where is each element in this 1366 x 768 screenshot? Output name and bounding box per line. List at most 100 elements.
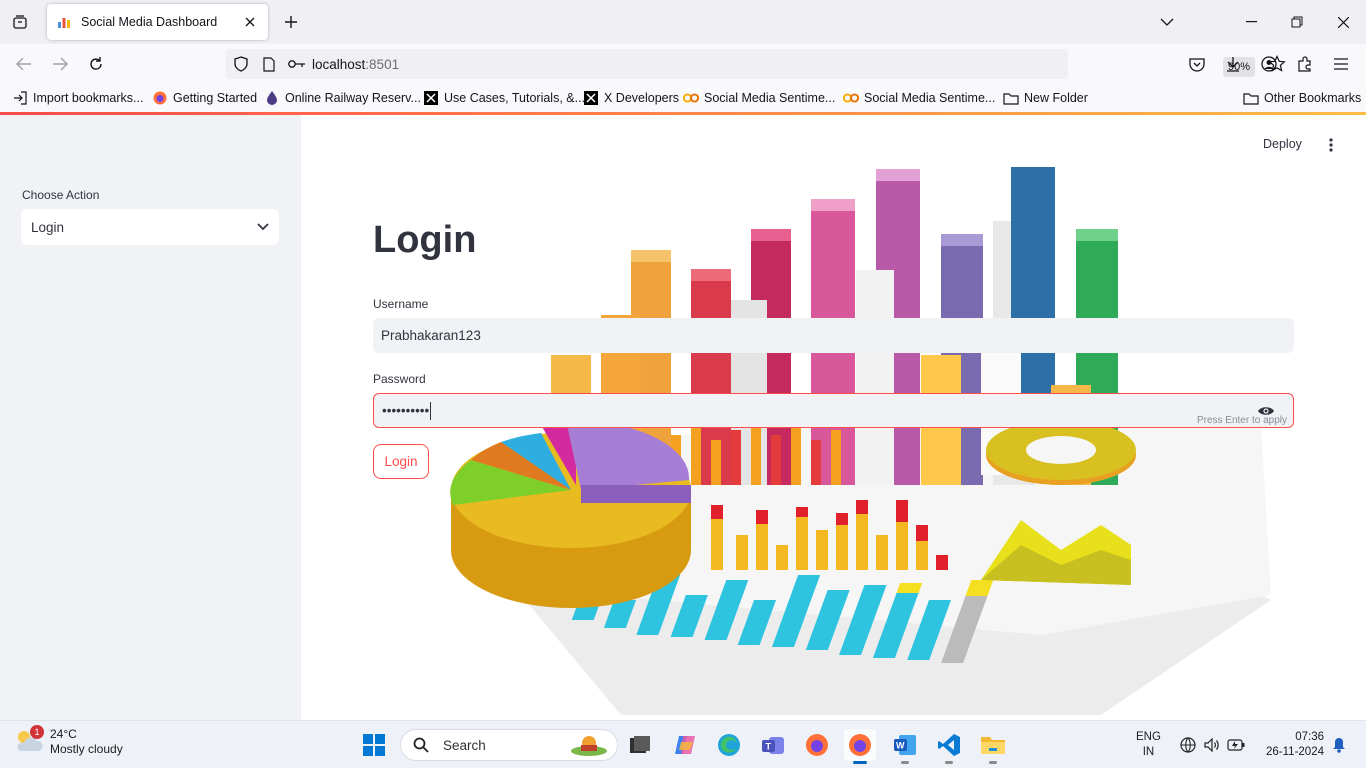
word-icon[interactable]: W (889, 729, 921, 764)
firefox-active-icon[interactable] (844, 729, 876, 764)
chart-favicon-icon (58, 18, 70, 28)
bookmark-social-media-2[interactable]: Social Media Sentime... (839, 86, 999, 110)
browser-nav-bar: localhost:8501 90% (0, 44, 1366, 84)
sidebar: Choose Action Login (0, 115, 301, 720)
taskbar-search[interactable]: Search (400, 729, 618, 761)
weather-temp: 24°C (50, 727, 77, 741)
extensions-icon[interactable] (1293, 52, 1317, 76)
chevron-down-icon (257, 223, 269, 231)
system-tray (1178, 735, 1250, 755)
svg-text:T: T (766, 742, 772, 752)
pocket-icon[interactable] (1185, 52, 1209, 76)
task-view-icon[interactable] (624, 729, 656, 761)
notification-bell-icon[interactable] (1330, 735, 1348, 755)
reload-icon[interactable] (84, 52, 108, 76)
shield-icon[interactable] (230, 53, 252, 75)
press-enter-hint: Press Enter to apply (1196, 415, 1287, 426)
tab-social-media-dashboard[interactable]: Social Media Dashboard (47, 4, 268, 40)
browser-tab-bar: Social Media Dashboard (0, 0, 1366, 44)
import-icon (12, 90, 28, 106)
page-title: Login (373, 219, 477, 261)
select-value: Login (31, 219, 65, 235)
folder-icon (1243, 90, 1259, 106)
new-tab-icon[interactable] (280, 11, 302, 33)
x-icon (583, 90, 599, 106)
battery-icon[interactable] (1226, 735, 1246, 755)
active-indicator (853, 761, 867, 764)
file-explorer-icon[interactable] (977, 729, 1009, 764)
running-indicator (989, 761, 997, 764)
search-placeholder: Search (443, 737, 486, 753)
search-highlight-icon (571, 736, 607, 756)
download-icon[interactable] (1221, 52, 1245, 76)
password-label: Password (373, 372, 426, 386)
start-button[interactable] (358, 729, 390, 761)
username-label: Username (373, 297, 429, 311)
more-options-icon[interactable] (1323, 135, 1339, 155)
bookmarks-bar: Import bookmarks... Getting Started Onli… (0, 84, 1366, 112)
address-bar[interactable]: localhost:8501 90% (226, 49, 1286, 79)
colab-icon (843, 90, 859, 106)
network-icon[interactable] (1178, 735, 1198, 755)
language-indicator[interactable]: ENG IN (1136, 730, 1161, 760)
bookmark-x-developers[interactable]: X Developers (579, 86, 683, 110)
account-icon[interactable] (1257, 52, 1281, 76)
clock[interactable]: 07:36 26-11-2024 (1258, 730, 1324, 760)
deploy-button[interactable]: Deploy (1263, 137, 1302, 151)
svg-text:W: W (896, 741, 905, 751)
choose-action-label: Choose Action (22, 188, 100, 202)
search-icon (411, 735, 431, 755)
close-window-icon[interactable] (1320, 0, 1366, 44)
running-indicator (945, 761, 953, 764)
firefox-icon (152, 90, 168, 106)
bookmark-import[interactable]: Import bookmarks... (8, 86, 147, 110)
copilot-icon[interactable] (669, 729, 701, 761)
key-icon[interactable] (286, 53, 308, 75)
notification-badge: 1 (30, 725, 44, 739)
password-field[interactable]: •••••••••• Press Enter to apply (373, 393, 1294, 428)
railway-icon (264, 90, 280, 106)
bookmark-use-cases[interactable]: Use Cases, Tutorials, &... (419, 86, 589, 110)
volume-icon[interactable] (1202, 735, 1222, 755)
chevron-down-icon[interactable] (1157, 12, 1177, 32)
menu-icon[interactable] (1329, 52, 1353, 76)
username-value: Prabhakaran123 (381, 328, 481, 343)
forward-icon[interactable] (48, 52, 72, 76)
bookmark-getting-started[interactable]: Getting Started (148, 86, 261, 110)
url-text[interactable]: localhost:8501 (312, 57, 399, 72)
windows-icon (363, 734, 385, 756)
minimize-icon[interactable] (1228, 0, 1274, 44)
vscode-icon[interactable] (933, 729, 965, 764)
colab-icon (683, 90, 699, 106)
folder-icon (1003, 90, 1019, 106)
back-icon[interactable] (12, 52, 36, 76)
edge-icon[interactable] (713, 729, 745, 761)
bookmark-railway[interactable]: Online Railway Reserv... (260, 86, 425, 110)
main-content: Deploy Login Username Prabhakaran123 Pas… (301, 115, 1366, 720)
running-indicator (901, 761, 909, 764)
charts-illustration (450, 167, 1271, 715)
username-field[interactable]: Prabhakaran123 (373, 318, 1294, 353)
restore-icon[interactable] (1274, 0, 1320, 44)
close-tab-icon[interactable] (242, 14, 258, 30)
text-caret (430, 401, 432, 420)
password-value: •••••••••• (382, 403, 430, 418)
tab-list-icon[interactable] (8, 10, 32, 34)
page-icon[interactable] (258, 53, 280, 75)
clock-time: 07:36 (1295, 731, 1324, 743)
bookmark-social-media-1[interactable]: Social Media Sentime... (679, 86, 839, 110)
teams-icon[interactable]: T (757, 729, 789, 761)
cloud-icon: 1 (14, 725, 44, 757)
clock-date: 26-11-2024 (1266, 746, 1324, 758)
bookmark-new-folder[interactable]: New Folder (999, 86, 1092, 110)
window-controls (1228, 0, 1366, 44)
toolbar-right (1185, 52, 1365, 76)
bookmark-other[interactable]: Other Bookmarks (1239, 86, 1365, 110)
x-icon (423, 90, 439, 106)
weather-widget[interactable]: 1 24°C Mostly cloudy (14, 725, 123, 757)
choose-action-select[interactable]: Login (21, 209, 279, 245)
login-button[interactable]: Login (373, 444, 429, 479)
firefox-taskbar-icon[interactable] (801, 729, 833, 761)
tab-title: Social Media Dashboard (81, 15, 218, 29)
weather-desc: Mostly cloudy (50, 742, 123, 756)
